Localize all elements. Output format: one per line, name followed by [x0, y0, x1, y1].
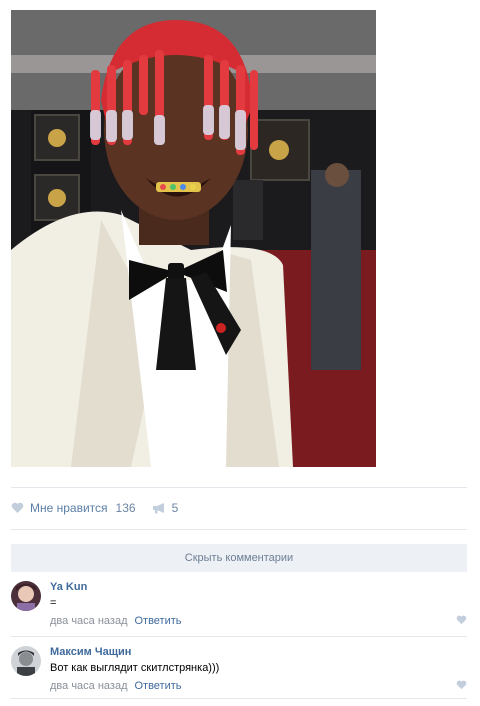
like-button[interactable]: Мне нравится 136: [11, 501, 136, 515]
heart-icon[interactable]: [456, 615, 467, 625]
reply-button[interactable]: Ответить: [134, 680, 181, 692]
comment-author[interactable]: Ya Kun: [50, 581, 87, 593]
divider: [11, 487, 467, 488]
comment-text: =: [50, 597, 57, 609]
like-label: Мне нравится: [30, 501, 108, 515]
comment-meta: два часа назад Ответить: [50, 615, 182, 627]
divider: [11, 529, 467, 530]
comment-time[interactable]: два часа назад: [50, 615, 127, 627]
post-actions: Мне нравится 136 5: [11, 498, 194, 518]
heart-icon[interactable]: [456, 680, 467, 690]
divider: [11, 698, 467, 699]
avatar[interactable]: [11, 581, 41, 611]
comment-item: Ya Kun = два часа назад Ответить: [11, 581, 467, 641]
comment-author[interactable]: Максим Чащин: [50, 646, 131, 658]
post-photo[interactable]: [11, 10, 376, 467]
comment-text: Вот как выглядит скитлстрянка))): [50, 662, 220, 674]
divider: [11, 636, 467, 637]
avatar[interactable]: [11, 646, 41, 676]
megaphone-icon: [152, 503, 164, 514]
user-avatar-illustration: [11, 581, 41, 611]
comment-meta: два часа назад Ответить: [50, 680, 182, 692]
user-avatar-illustration: [11, 646, 41, 676]
comment-item: Максим Чащин Вот как выглядит скитлстрян…: [11, 646, 467, 706]
share-count: 5: [171, 501, 179, 515]
heart-icon: [11, 502, 24, 513]
hide-comments-button[interactable]: Скрыть комментарии: [11, 544, 467, 572]
reply-button[interactable]: Ответить: [134, 615, 181, 627]
comment-time[interactable]: два часа назад: [50, 680, 127, 692]
like-count: 136: [115, 501, 136, 515]
portrait-photo-illustration: [11, 10, 376, 467]
share-button[interactable]: 5: [152, 501, 179, 515]
